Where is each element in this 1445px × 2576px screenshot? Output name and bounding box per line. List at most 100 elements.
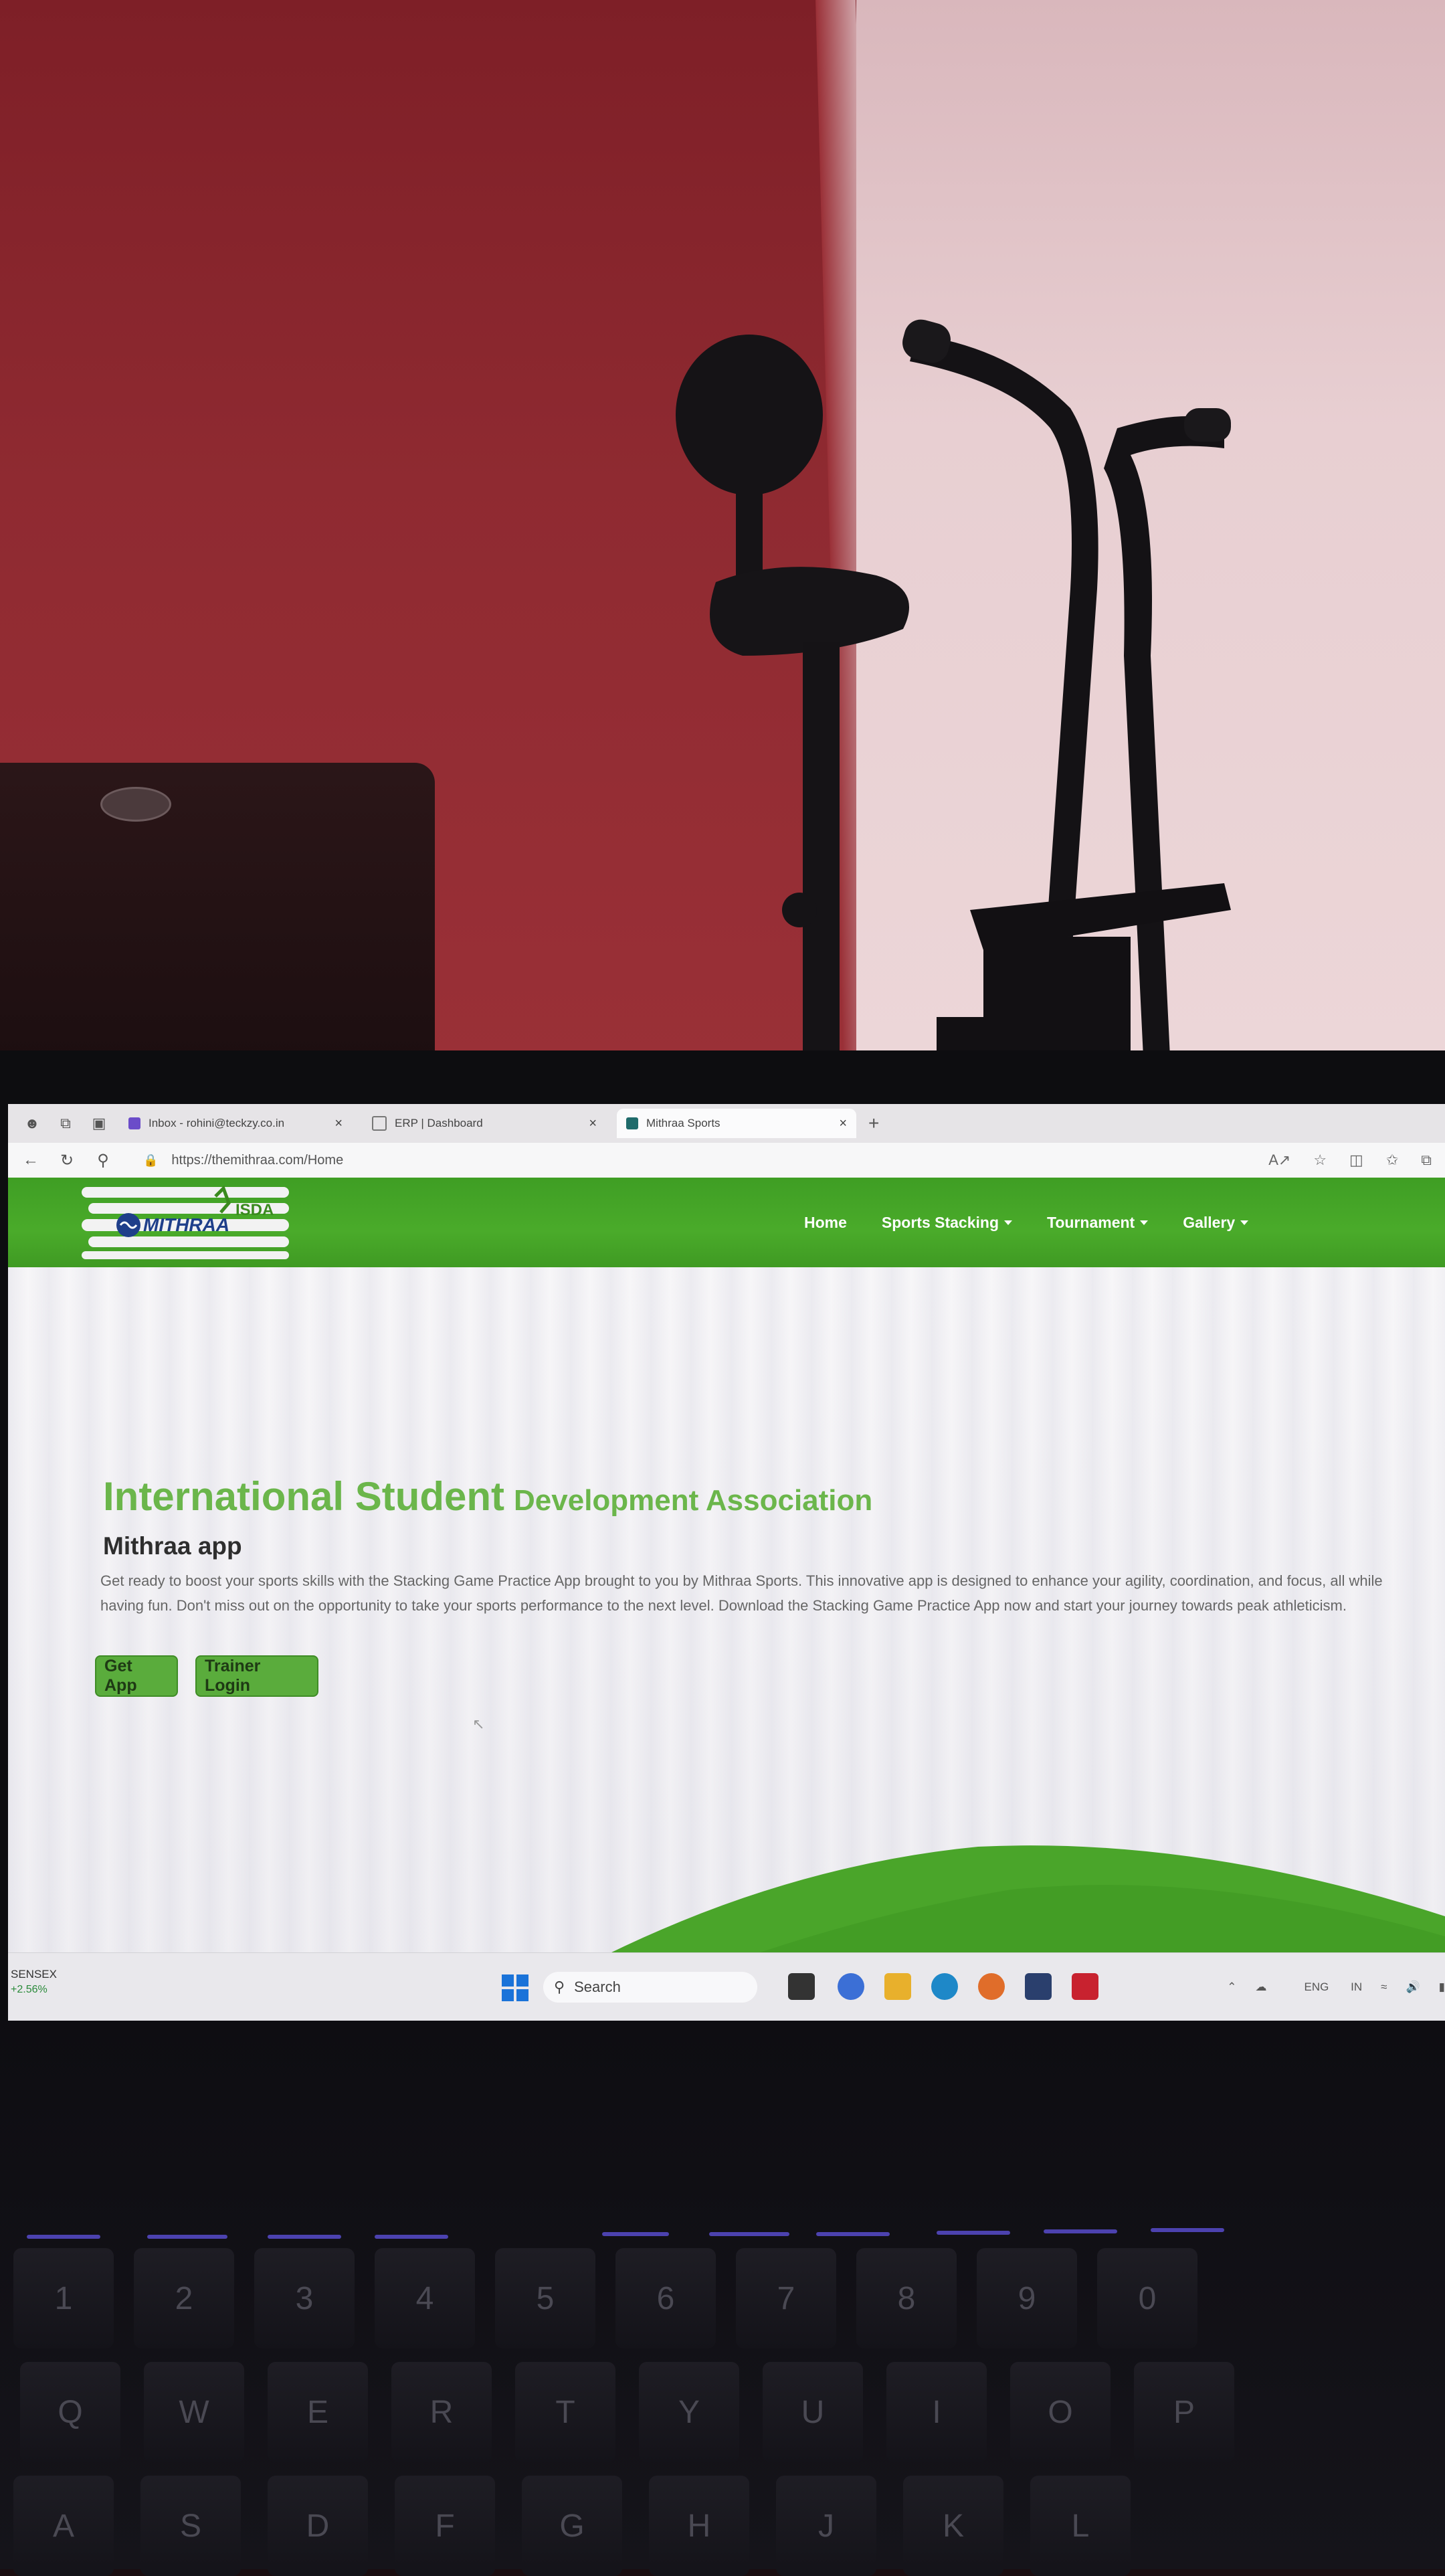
mcafee-icon[interactable] xyxy=(1072,1973,1098,2000)
page-icon xyxy=(372,1116,387,1131)
url-text: https://themithraa.com/Home xyxy=(171,1152,344,1168)
tab-actions-icon[interactable]: ▣ xyxy=(90,1114,108,1133)
nav-label: Home xyxy=(804,1213,847,1231)
nav-home[interactable]: Home xyxy=(804,1214,847,1232)
keyboard-key: R xyxy=(391,2362,492,2462)
nav-gallery[interactable]: Gallery xyxy=(1183,1213,1249,1232)
teams-icon[interactable] xyxy=(838,1973,864,2000)
edge-browser-icon[interactable] xyxy=(931,1973,958,2000)
keyboard-key: F xyxy=(395,2476,495,2576)
nav-tournament[interactable]: Tournament xyxy=(1047,1213,1149,1232)
keyboard-key: 7 xyxy=(736,2248,836,2349)
store-icon[interactable] xyxy=(1025,1973,1052,2000)
new-tab-icon[interactable]: + xyxy=(868,1113,879,1134)
nav-label: Gallery xyxy=(1183,1213,1236,1231)
language-indicator[interactable]: ENG IN xyxy=(1286,1981,1363,1994)
keyboard-key: 8 xyxy=(856,2248,957,2349)
close-icon[interactable]: × xyxy=(839,1116,847,1131)
tab-mithraa[interactable]: Mithraa Sports × xyxy=(617,1109,856,1138)
exercise-bike xyxy=(676,319,1231,1071)
address-bar: ← ↻ ⚲ 🔒 https://themithraa.com/Home A↗ ☆… xyxy=(8,1143,1445,1178)
volume-icon[interactable]: 🔊 xyxy=(1406,1981,1420,1994)
get-app-button[interactable]: Get App xyxy=(95,1655,178,1697)
key-backlight xyxy=(1151,2228,1224,2232)
hero-subtitle: Mithraa app xyxy=(103,1532,242,1560)
key-backlight xyxy=(375,2235,448,2239)
task-view-icon[interactable] xyxy=(788,1973,815,2000)
windows-start-icon[interactable] xyxy=(502,1974,528,2001)
keyboard-key: A xyxy=(13,2476,114,2576)
mithraa-logo[interactable]: MITHRAA ISDA xyxy=(82,1183,302,1262)
tab-strip: ☻ ⧉ ▣ Inbox - rohini@teckzy.co.in × ERP … xyxy=(8,1104,1445,1143)
key-backlight xyxy=(602,2232,669,2236)
key-backlight xyxy=(937,2231,1010,2235)
back-icon[interactable]: ← xyxy=(17,1151,44,1170)
keyboard-key: D xyxy=(268,2476,368,2576)
svg-text:ISDA: ISDA xyxy=(235,1201,274,1219)
refresh-icon[interactable]: ↻ xyxy=(54,1151,80,1170)
windows-taskbar: SENSEX +2.56% ⚲ Search ⌃ ☁ ENG IN ≈ 🔊 ▮ xyxy=(8,1952,1445,2021)
firefox-icon[interactable] xyxy=(978,1973,1005,2000)
onedrive-icon[interactable]: ☁ xyxy=(1256,1981,1267,1994)
hero-title-main: International Student xyxy=(103,1474,504,1519)
keyboard-key: 2 xyxy=(134,2248,234,2349)
trainer-login-button[interactable]: Trainer Login xyxy=(195,1655,318,1697)
keyboard-key: Q xyxy=(20,2362,120,2462)
taskbar-search[interactable]: ⚲ Search xyxy=(543,1972,757,2003)
stocks-widget[interactable]: SENSEX +2.56% xyxy=(11,1968,57,1996)
nav-label: Sports Stacking xyxy=(881,1213,999,1231)
mouse-cursor-icon: ↖ xyxy=(472,1716,485,1732)
close-icon[interactable]: × xyxy=(589,1116,597,1131)
search-icon[interactable]: ⚲ xyxy=(90,1151,116,1170)
keyboard-key: 4 xyxy=(375,2248,475,2349)
lang-code: ENG xyxy=(1304,1981,1329,1993)
file-explorer-icon[interactable] xyxy=(884,1973,911,2000)
workspaces-icon[interactable]: ⧉ xyxy=(56,1114,75,1133)
tab-erp[interactable]: ERP | Dashboard × xyxy=(363,1109,606,1138)
chevron-down-icon xyxy=(1140,1220,1149,1225)
svg-text:MITHRAA: MITHRAA xyxy=(143,1214,229,1235)
url-field[interactable]: 🔒 https://themithraa.com/Home xyxy=(143,1153,343,1168)
hero-description: Get ready to boost your sports skills wi… xyxy=(100,1572,1383,1614)
keyboard-key: H xyxy=(649,2476,749,2576)
nav-menu: Home Sports Stacking Tournament Gallery xyxy=(804,1178,1283,1267)
favorite-star-icon[interactable]: ☆ xyxy=(1313,1152,1327,1169)
keyboard-key: G xyxy=(522,2476,622,2576)
profile-icon[interactable]: ☻ xyxy=(23,1114,41,1133)
key-backlight xyxy=(268,2235,341,2239)
keyboard-key: 0 xyxy=(1097,2248,1197,2349)
close-icon[interactable]: × xyxy=(334,1116,343,1131)
chevron-up-icon[interactable]: ⌃ xyxy=(1227,1981,1236,1994)
browser-window: ☻ ⧉ ▣ Inbox - rohini@teckzy.co.in × ERP … xyxy=(8,1104,1445,2021)
keyboard-key: 6 xyxy=(615,2248,716,2349)
tab-inbox[interactable]: Inbox - rohini@teckzy.co.in × xyxy=(119,1109,352,1138)
collections-icon[interactable]: ⧉ xyxy=(1421,1152,1432,1169)
nav-sports-stacking[interactable]: Sports Stacking xyxy=(881,1213,1013,1232)
laptop-keyboard: 1234567890 QWERTYUIOP ASDFGHJKL xyxy=(0,2021,1445,2576)
system-tray: ⌃ ☁ ENG IN ≈ 🔊 ▮ xyxy=(1208,1973,1445,2001)
hero-title-secondary: Development Association xyxy=(514,1484,873,1517)
lock-icon: 🔒 xyxy=(143,1153,159,1167)
battery-icon[interactable]: ▮ xyxy=(1439,1981,1445,1994)
key-backlight xyxy=(27,2235,100,2239)
tab-label: Inbox - rohini@teckzy.co.in xyxy=(149,1117,285,1129)
wifi-icon[interactable]: ≈ xyxy=(1381,1981,1387,1994)
keyboard-key: J xyxy=(776,2476,876,2576)
nav-label: Tournament xyxy=(1047,1213,1135,1231)
key-backlight xyxy=(816,2232,890,2236)
widget-title: SENSEX xyxy=(11,1968,57,1981)
keyboard-key: 9 xyxy=(977,2248,1077,2349)
keyboard-key: U xyxy=(763,2362,863,2462)
hero-title: International Student Development Associa… xyxy=(103,1473,872,1520)
favorites-icon[interactable]: ✩ xyxy=(1386,1152,1398,1169)
read-aloud-icon[interactable]: A↗ xyxy=(1268,1152,1290,1169)
keyboard-key: L xyxy=(1030,2476,1131,2576)
site-navbar: MITHRAA ISDA Home Sports Stacking Tourna… xyxy=(8,1178,1445,1269)
keyboard-key: 1 xyxy=(13,2248,114,2349)
keyboard-key: Y xyxy=(639,2362,739,2462)
keyboard-key: T xyxy=(515,2362,615,2462)
search-placeholder: Search xyxy=(574,1979,621,1995)
keyboard-key: 5 xyxy=(495,2248,595,2349)
site-favicon-icon xyxy=(626,1117,638,1129)
split-screen-icon[interactable]: ◫ xyxy=(1349,1152,1363,1169)
